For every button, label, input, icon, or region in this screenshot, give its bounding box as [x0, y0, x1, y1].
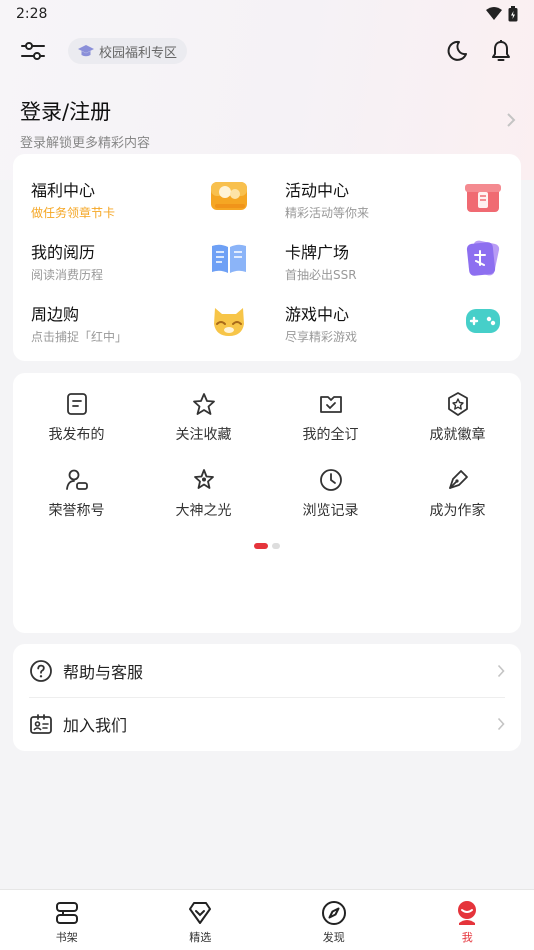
- tab-label: 精选: [189, 931, 212, 944]
- grid-item-browse-history[interactable]: 浏览记录: [267, 465, 394, 541]
- grid-item-master-light[interactable]: 大神之光: [140, 465, 267, 541]
- quick-actions-card: 我发布的 关注收藏 我的全订 成就徽章 荣誉称号 大神之光 浏览记录 成为作家: [13, 373, 521, 633]
- diamond-icon: [189, 902, 212, 924]
- feature-card: 福利中心 做任务领章节卡 活动中心 精彩活动等你来 我的阅历 阅读消费历程 卡牌…: [13, 154, 521, 361]
- help-support-row[interactable]: 帮助与客服: [29, 644, 505, 697]
- fox-mascot-icon: [214, 308, 244, 336]
- grid-item-badges[interactable]: 成就徽章: [394, 389, 521, 465]
- join-us-label: 加入我们: [63, 716, 128, 735]
- subscribe-check-icon: [319, 396, 342, 413]
- login-title: 登录/注册: [20, 100, 112, 124]
- compass-icon: [321, 901, 346, 925]
- id-card-icon: [30, 714, 52, 734]
- moon-icon: [447, 40, 467, 61]
- page-indicator: [13, 543, 521, 549]
- grid-label: 浏览记录: [302, 503, 359, 519]
- open-book-icon: [212, 244, 246, 273]
- tab-discover[interactable]: 发现: [267, 890, 401, 950]
- grid-label: 大神之光: [175, 503, 232, 519]
- chevron-right-icon: [497, 664, 505, 677]
- star-outline-icon: [193, 469, 214, 489]
- grid-label: 成就徽章: [429, 427, 486, 443]
- user-title-icon: [65, 469, 88, 490]
- tab-label: 发现: [322, 931, 345, 944]
- profile-icon: [458, 901, 477, 925]
- tab-label: 我: [461, 931, 473, 944]
- grid-item-subscriptions[interactable]: 我的全订: [267, 389, 394, 465]
- grid-label: 成为作家: [429, 503, 486, 519]
- coin-wallet-icon: [211, 182, 247, 210]
- tab-featured[interactable]: 精选: [134, 890, 268, 950]
- campus-welfare-button[interactable]: 校园福利专区: [68, 38, 188, 64]
- join-us-row[interactable]: 加入我们: [29, 697, 505, 750]
- bookshelf-icon: [55, 902, 78, 924]
- help-support-label: 帮助与客服: [63, 662, 144, 682]
- grid-item-become-author[interactable]: 成为作家: [394, 465, 521, 541]
- chevron-right-icon: [507, 113, 516, 127]
- grid-item-my-posts[interactable]: 我发布的: [13, 389, 140, 465]
- page-dot: [272, 543, 280, 549]
- feature-activity-center[interactable]: 活动中心 精彩活动等你来: [267, 164, 521, 226]
- grid-label: 我发布的: [48, 427, 105, 443]
- grid-item-honor-titles[interactable]: 荣誉称号: [13, 465, 140, 541]
- graduation-cap-icon: [78, 45, 94, 57]
- campus-label: 校园福利专区: [99, 45, 178, 61]
- tab-bookshelf[interactable]: 书架: [0, 890, 134, 950]
- card-icon: [466, 240, 500, 276]
- grid-item-favorites[interactable]: 关注收藏: [140, 389, 267, 465]
- login-subtitle: 登录解锁更多精彩内容: [20, 136, 151, 151]
- feature-welfare-center[interactable]: 福利中心 做任务领章节卡: [13, 164, 267, 226]
- sliders-icon: [21, 42, 45, 60]
- grid-label: 荣誉称号: [48, 503, 105, 519]
- notifications-button[interactable]: [486, 36, 516, 66]
- bottom-tab-bar: 书架 精选 发现 我: [0, 889, 534, 950]
- feature-merch-shop[interactable]: 周边购 点击捕捉「红中」: [13, 288, 267, 350]
- bell-icon: [492, 40, 510, 61]
- gamepad-icon: [466, 309, 500, 333]
- grid-label: 我的全订: [302, 427, 359, 443]
- top-toolbar: 校园福利专区: [0, 28, 534, 74]
- tab-label: 书架: [55, 931, 78, 944]
- badge-icon: [447, 392, 468, 416]
- feature-reading-history[interactable]: 我的阅历 阅读消费历程: [13, 226, 267, 288]
- gift-box-icon: [465, 184, 501, 212]
- wifi-icon: [486, 7, 502, 20]
- status-bar: 2:28: [0, 0, 534, 28]
- help-circle-icon: [30, 659, 52, 682]
- night-mode-button[interactable]: [442, 36, 472, 66]
- clock-icon: [319, 469, 342, 491]
- login-section[interactable]: 登录/注册 登录解锁更多精彩内容: [0, 74, 534, 154]
- feature-game-center[interactable]: 游戏中心 尽享精彩游戏: [267, 288, 521, 350]
- status-time: 2:28: [16, 6, 48, 22]
- star-icon: [192, 393, 215, 415]
- chevron-right-icon: [497, 717, 505, 731]
- pen-icon: [448, 470, 468, 489]
- support-list-card: 帮助与客服 加入我们: [13, 644, 521, 751]
- grid-label: 关注收藏: [175, 427, 232, 443]
- tab-me[interactable]: 我: [401, 890, 534, 950]
- page-dot-active: [254, 543, 268, 549]
- battery-icon: [508, 6, 518, 22]
- feature-card-plaza[interactable]: 卡牌广场 首抽必出SSR: [267, 226, 521, 288]
- document-icon: [66, 393, 87, 415]
- filter-settings-button[interactable]: [18, 36, 48, 66]
